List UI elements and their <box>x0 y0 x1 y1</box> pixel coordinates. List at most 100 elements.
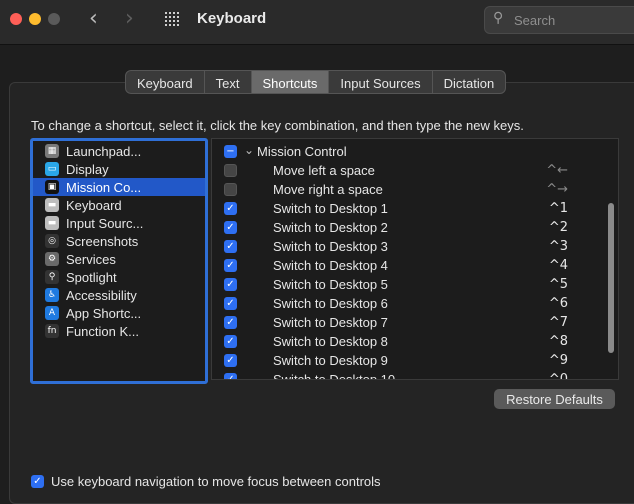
forward-chevron-icon[interactable]: › <box>125 6 134 31</box>
tab-bar: Keyboard Text Shortcuts Input Sources Dictat… <box>125 70 507 94</box>
shortcut-key[interactable]: ^4 <box>549 258 568 273</box>
category-label: Screenshots <box>66 233 139 249</box>
shortcut-key[interactable]: ^← <box>546 163 568 178</box>
tab-shortcuts[interactable]: Shortcuts <box>251 71 330 93</box>
shortcut-key[interactable]: ^→ <box>546 182 568 197</box>
spotlight-icon: ⚲ <box>45 270 59 284</box>
search-icon: ⚲ <box>493 10 504 26</box>
services-icon: ⚙ <box>45 252 59 266</box>
shortcut-row[interactable]: ✓ Switch to Desktop 10 ^0 <box>212 370 604 380</box>
shortcut-key[interactable]: ^5 <box>549 277 568 292</box>
screenshots-icon: ◎ <box>45 234 59 248</box>
shortcut-key[interactable]: ^0 <box>549 372 568 379</box>
category-label: Display <box>66 161 109 177</box>
back-chevron-icon[interactable]: ‹ <box>89 6 98 31</box>
search-input[interactable] <box>512 10 634 30</box>
shortcut-checkbox[interactable]: ✓ <box>224 297 237 310</box>
shortcut-list[interactable]: − ⌄ Mission Control Move left a space ^← Move… <box>211 138 619 380</box>
category-item[interactable]: ▬ Keyboard <box>33 196 205 214</box>
shortcut-label: Switch to Desktop 5 <box>273 277 388 292</box>
shortcut-checkbox[interactable]: ✓ <box>224 354 237 367</box>
shortcut-label: Switch to Desktop 4 <box>273 258 388 273</box>
group-label: Mission Control <box>257 144 347 159</box>
shortcut-row[interactable]: ✓ Switch to Desktop 3 ^3 <box>212 237 604 256</box>
category-label: Services <box>66 251 116 267</box>
category-item[interactable]: ♿ Accessibility <box>33 286 205 304</box>
category-item[interactable]: ▣ Mission Co... <box>33 178 205 196</box>
shortcut-label: Move right a space <box>273 182 383 197</box>
keyboard-navigation-checkbox[interactable]: ✓ <box>31 475 44 488</box>
minimize-window-button[interactable] <box>29 13 41 25</box>
shortcut-checkbox[interactable] <box>224 183 237 196</box>
restore-defaults-button[interactable]: Restore Defaults <box>494 389 615 409</box>
shortcut-group-row[interactable]: − ⌄ Mission Control <box>212 142 604 161</box>
shortcut-key[interactable]: ^1 <box>549 201 568 216</box>
shortcut-row[interactable]: ✓ Switch to Desktop 5 ^5 <box>212 275 604 294</box>
shortcut-checkbox[interactable]: ✓ <box>224 240 237 253</box>
tab-text[interactable]: Text <box>205 71 252 93</box>
category-item[interactable]: A App Shortc... <box>33 304 205 322</box>
category-label: Keyboard <box>66 197 122 213</box>
accessibility-icon: ♿ <box>45 288 59 302</box>
shortcut-checkbox[interactable] <box>224 164 237 177</box>
shortcut-checkbox[interactable]: ✓ <box>224 316 237 329</box>
shortcut-row[interactable]: ✓ Switch to Desktop 8 ^8 <box>212 332 604 351</box>
close-window-button[interactable] <box>10 13 22 25</box>
shortcut-row[interactable]: ✓ Switch to Desktop 7 ^7 <box>212 313 604 332</box>
keyboard-icon: ▬ <box>45 198 59 212</box>
shortcut-checkbox[interactable]: ✓ <box>224 278 237 291</box>
show-all-grid-icon[interactable] <box>165 12 181 28</box>
function-keys-icon: fn <box>45 324 59 338</box>
shortcut-checkbox[interactable]: ✓ <box>224 202 237 215</box>
category-item[interactable]: ▦ Launchpad... <box>33 142 205 160</box>
shortcut-label: Switch to Desktop 10 <box>273 372 396 380</box>
shortcut-row[interactable]: ✓ Switch to Desktop 6 ^6 <box>212 294 604 313</box>
window-title: Keyboard <box>197 10 267 27</box>
shortcut-key[interactable]: ^2 <box>549 220 568 235</box>
category-item[interactable]: fn Function K... <box>33 322 205 340</box>
shortcut-key[interactable]: ^6 <box>549 296 568 311</box>
category-label: Launchpad... <box>66 143 142 159</box>
category-label: App Shortc... <box>66 305 142 321</box>
shortcut-row[interactable]: ✓ Switch to Desktop 4 ^4 <box>212 256 604 275</box>
shortcut-label: Switch to Desktop 9 <box>273 353 388 368</box>
shortcut-label: Switch to Desktop 6 <box>273 296 388 311</box>
group-checkbox[interactable]: − <box>224 145 237 158</box>
shortcut-label: Move left a space <box>273 163 375 178</box>
shortcut-row[interactable]: ✓ Switch to Desktop 1 ^1 <box>212 199 604 218</box>
tab-keyboard[interactable]: Keyboard <box>126 71 205 93</box>
category-item[interactable]: ▬ Input Sourc... <box>33 214 205 232</box>
shortcut-label: Switch to Desktop 7 <box>273 315 388 330</box>
mission-control-icon: ▣ <box>45 180 59 194</box>
shortcut-row[interactable]: Move right a space ^→ <box>212 180 604 199</box>
category-label: Input Sourc... <box>66 215 144 231</box>
shortcut-checkbox[interactable]: ✓ <box>224 335 237 348</box>
category-item[interactable]: ⚲ Spotlight <box>33 268 205 286</box>
category-label: Spotlight <box>66 269 117 285</box>
shortcut-key[interactable]: ^8 <box>549 334 568 349</box>
shortcut-checkbox[interactable]: ✓ <box>224 221 237 234</box>
shortcut-key[interactable]: ^7 <box>549 315 568 330</box>
search-field[interactable]: ⚲ <box>484 6 634 34</box>
scrollbar-thumb[interactable] <box>608 203 614 353</box>
category-label: Function K... <box>66 323 139 339</box>
category-item[interactable]: ▭ Display <box>33 160 205 178</box>
zoom-window-button[interactable] <box>48 13 60 25</box>
disclosure-chevron-icon[interactable]: ⌄ <box>244 143 254 157</box>
tab-input-sources[interactable]: Input Sources <box>329 71 433 93</box>
shortcut-row[interactable]: ✓ Switch to Desktop 9 ^9 <box>212 351 604 370</box>
shortcut-key[interactable]: ^3 <box>549 239 568 254</box>
shortcut-checkbox[interactable]: ✓ <box>224 373 237 379</box>
input-sources-icon: ▬ <box>45 216 59 230</box>
category-label: Mission Co... <box>66 179 142 195</box>
category-item[interactable]: ◎ Screenshots <box>33 232 205 250</box>
tab-dictation[interactable]: Dictation <box>433 71 506 93</box>
category-item[interactable]: ⚙ Services <box>33 250 205 268</box>
shortcut-key[interactable]: ^9 <box>549 353 568 368</box>
shortcut-label: Switch to Desktop 1 <box>273 201 388 216</box>
shortcut-row[interactable]: Move left a space ^← <box>212 161 604 180</box>
shortcut-row[interactable]: ✓ Switch to Desktop 2 ^2 <box>212 218 604 237</box>
shortcut-checkbox[interactable]: ✓ <box>224 259 237 272</box>
display-icon: ▭ <box>45 162 59 176</box>
category-list[interactable]: ▦ Launchpad... ▭ Display ▣ Mission Co... ▬ Keyb… <box>30 138 208 384</box>
